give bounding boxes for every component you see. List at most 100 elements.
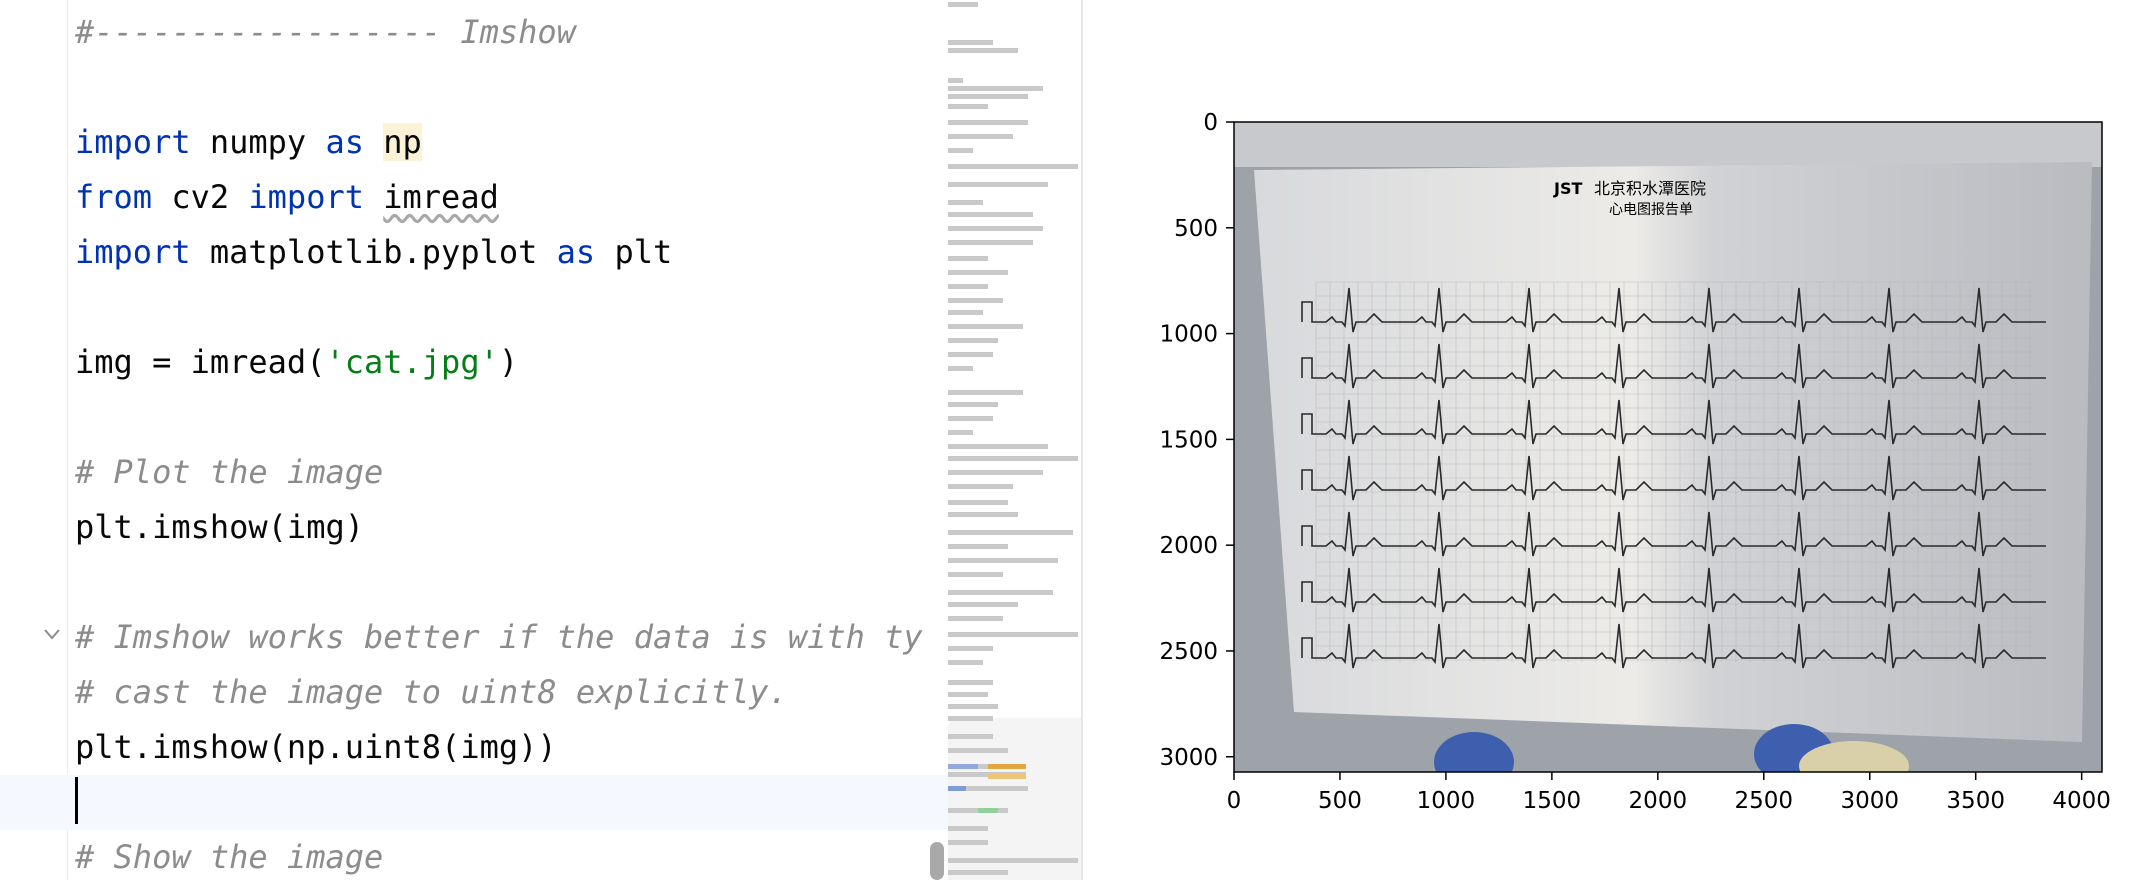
minimap-line: [948, 660, 983, 665]
code-line[interactable]: plt.imshow(np.uint8(img)): [0, 720, 950, 775]
minimap-line: [948, 310, 983, 315]
code-token: img = imread(: [75, 343, 326, 381]
code-line-text: plt.imshow(np.uint8(img)): [75, 720, 557, 775]
code-line-text: import numpy as np: [75, 115, 422, 170]
minimap-line: [948, 86, 1043, 91]
code-line[interactable]: #------------------ Imshow: [0, 5, 950, 60]
minimap-line: [948, 616, 1003, 621]
code-line[interactable]: import matplotlib.pyplot as plt: [0, 225, 950, 280]
x-tick-label: 3000: [1840, 788, 1899, 814]
x-tick-label: 1500: [1523, 788, 1582, 814]
code-line[interactable]: [0, 390, 950, 445]
minimap-viewport[interactable]: [948, 718, 1082, 880]
code-token: from: [75, 178, 153, 216]
minimap-line: [948, 338, 998, 343]
x-tick-label: 3500: [1946, 788, 2005, 814]
code-token: as: [556, 233, 596, 271]
code-line-text: # Imshow works better if the data is wit…: [75, 610, 923, 665]
code-line[interactable]: [0, 60, 950, 115]
minimap-highlight: [948, 786, 966, 791]
code-token: plt.imshow(np.uint8(img)): [75, 728, 557, 766]
minimap-line: [948, 826, 988, 831]
code-line[interactable]: # Imshow works better if the data is wit…: [0, 610, 950, 665]
minimap-highlight: [978, 808, 998, 813]
code-line[interactable]: from cv2 import imread: [0, 170, 950, 225]
minimap-line: [948, 840, 988, 845]
minimap-line: [948, 692, 988, 697]
minimap-line: [948, 646, 993, 651]
x-tick-label: 500: [1318, 788, 1362, 814]
code-line[interactable]: plt.imshow(img): [0, 500, 950, 555]
code-token: # cast the image to uint8 explicitly.: [75, 673, 788, 711]
minimap-line: [948, 104, 988, 109]
minimap-line: [948, 48, 1018, 53]
minimap-line: [948, 366, 973, 371]
code-line-text: # Show the image: [75, 830, 383, 880]
code-token: cv2: [152, 178, 249, 216]
code-line-text: img = imread('cat.jpg'): [75, 335, 518, 390]
code-line[interactable]: [0, 555, 950, 610]
minimap-line: [948, 226, 1043, 231]
minimap-line: [948, 470, 1043, 475]
code-token: 'cat.jpg': [325, 343, 499, 381]
vertical-scrollbar-thumb[interactable]: [930, 842, 944, 880]
glove-left: [1434, 732, 1514, 772]
code-token: imread: [383, 178, 499, 216]
minimap-border: [1081, 0, 1083, 880]
image-top-paper: [1234, 122, 2102, 167]
code-line[interactable]: img = imread('cat.jpg'): [0, 335, 950, 390]
code-token: plt: [595, 233, 673, 271]
code-token: import: [75, 123, 191, 161]
minimap-line: [948, 164, 1078, 169]
y-tick-label: 2000: [1159, 533, 1218, 559]
minimap-line: [948, 512, 1018, 517]
minimap-line: [948, 120, 1028, 125]
minimap-line: [948, 484, 1013, 489]
y-tick-label: 2500: [1159, 639, 1218, 665]
code-line[interactable]: # Plot the image: [0, 445, 950, 500]
minimap-line: [948, 2, 978, 7]
minimap-line: [948, 456, 1078, 461]
code-line[interactable]: # Show the image: [0, 830, 950, 880]
minimap-line: [948, 352, 993, 357]
minimap-line: [948, 182, 1048, 187]
minimap-line: [948, 590, 1053, 595]
chevron-down-icon[interactable]: [42, 624, 62, 644]
minimap-line: [948, 530, 1073, 535]
ecg-logo: JST: [1553, 179, 1582, 198]
minimap-line: [948, 734, 993, 739]
code-token: import: [75, 233, 191, 271]
code-line-text: from cv2 import imread: [75, 170, 499, 225]
minimap-line: [948, 680, 993, 685]
code-line[interactable]: [0, 280, 950, 335]
code-line-text: # Plot the image: [75, 445, 383, 500]
minimap-line: [948, 572, 1003, 577]
code-token: #------------------ Imshow: [75, 13, 576, 51]
displayed-image: JST 北京积水潭医院心电图报告单: [1234, 122, 2102, 772]
code-line[interactable]: import numpy as np: [0, 115, 950, 170]
code-token: # Plot the image: [75, 453, 384, 491]
minimap-line: [948, 324, 1023, 329]
code-token: matplotlib.pyplot: [190, 233, 557, 271]
code-token: np: [383, 123, 422, 161]
code-area[interactable]: #------------------ Imshow import numpy a…: [0, 0, 950, 880]
ecg-report-title: 心电图报告单: [1609, 202, 1693, 218]
minimap-line: [948, 544, 1008, 549]
y-tick-label: 0: [1203, 110, 1218, 136]
code-line-text: #------------------ Imshow: [75, 5, 576, 60]
minimap-line: [948, 416, 993, 421]
y-tick-label: 3000: [1159, 745, 1218, 771]
minimap-line: [948, 632, 1078, 637]
code-line[interactable]: [0, 775, 950, 830]
minimap-line: [948, 270, 1008, 275]
minimap-line: [948, 134, 1013, 139]
code-editor[interactable]: #------------------ Imshow import numpy a…: [0, 0, 1082, 880]
code-line[interactable]: # cast the image to uint8 explicitly.: [0, 665, 950, 720]
minimap-line: [948, 858, 1078, 863]
minimap-line: [948, 94, 1028, 99]
minimap-line: [948, 402, 998, 407]
code-minimap[interactable]: [948, 0, 1082, 880]
plot-figure: JST 北京积水潭医院 心电图报告单 0 500 1000 1500 2000 2500 3000…: [1084, 0, 2137, 880]
